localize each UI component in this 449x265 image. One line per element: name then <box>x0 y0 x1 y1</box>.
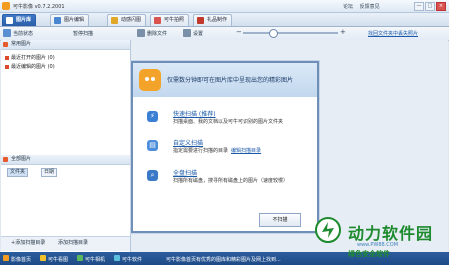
sidebar-item-label: 最近编辑的图片 (0) <box>11 64 55 70</box>
tab-animation[interactable]: 动感闪图 <box>107 14 147 26</box>
camera-icon <box>154 17 161 24</box>
zoom-slider-thumb[interactable] <box>269 29 278 38</box>
animation-icon <box>111 17 118 24</box>
collapse-icon <box>3 42 8 47</box>
software-icon <box>114 255 120 261</box>
edit-scan-dir-link[interactable]: 编辑扫描目录 <box>231 148 261 154</box>
gear-icon <box>183 29 191 37</box>
full-scan-option[interactable]: 全盘扫描 <box>173 168 197 177</box>
window-controls: — □ × <box>413 2 446 11</box>
watermark: 动力软件园 www.PW88.COM 绿色安全软件 <box>315 214 445 264</box>
watermark-subtitle: 绿色安全软件 <box>348 250 390 258</box>
watermark-logo-icon <box>315 217 341 243</box>
gift-icon <box>197 17 204 24</box>
tab-gift[interactable]: 礼品制作 <box>193 14 233 26</box>
lightning-icon: ⚡ <box>147 111 158 122</box>
sidebar-item-recent-edited[interactable]: 最近编辑的图片 (0) <box>5 63 55 70</box>
tab-label: 可牛拍照 <box>164 17 185 23</box>
close-button[interactable]: × <box>436 2 446 11</box>
viewer-icon <box>40 255 46 261</box>
search-icon: ⌕ <box>147 170 158 181</box>
title-links: 论坛 反馈意见 <box>343 3 385 10</box>
forum-link[interactable]: 论坛 <box>343 4 353 10</box>
app-logo-icon <box>2 2 10 10</box>
scan-dialog: 仅需数分钟即可在图片库中呈现出您的精彩图片 ⚡ 快速扫描 (推荐) 扫描桌面、我… <box>131 61 319 233</box>
tab-label: 动感闪图 <box>121 17 142 23</box>
zoom-out-icon[interactable]: − <box>236 28 242 36</box>
tab-label: 图片编辑 <box>64 17 85 23</box>
status-viewer[interactable]: 可牛看图 <box>48 256 68 263</box>
status-camera[interactable]: 可牛相机 <box>85 256 105 263</box>
all-images-header-label: 全部图片 <box>11 156 32 162</box>
edit-icon <box>54 17 61 24</box>
filter-folder-button[interactable]: 文件夹 <box>7 168 29 177</box>
home-icon <box>3 255 9 261</box>
window-title: 可牛影像 v0.7.2.2001 <box>13 4 65 10</box>
minimize-button[interactable]: — <box>414 2 424 11</box>
add-folder-button[interactable]: 添加扫描目录 <box>56 240 90 247</box>
settings-button[interactable]: 设置 <box>193 30 203 37</box>
sidebar-item-label: 最近打开的图片 (0) <box>11 55 55 61</box>
tab-bar: 图片库 图片编辑 动感闪图 可牛拍照 礼品制作 <box>0 13 449 27</box>
watermark-title: 动力软件园 <box>348 224 434 243</box>
no-scan-button[interactable]: 不扫描 <box>259 213 301 227</box>
image-library-icon <box>6 17 13 24</box>
recent-header[interactable]: 常用图片 <box>1 40 130 50</box>
sidebar-footer: +添加扫描目录 添加扫描目录 <box>1 236 130 251</box>
status-software[interactable]: 可牛软件 <box>122 256 142 263</box>
full-scan-desc: 扫描所有磁盘，搜寻所有磁盘上的图片（速度较慢） <box>173 178 289 184</box>
status-label: 当前状态 <box>13 31 34 37</box>
tab-camera[interactable]: 可牛拍照 <box>150 14 190 26</box>
stop-scan-button[interactable]: 暂停扫描 <box>73 30 93 37</box>
status-home[interactable]: 影像首页 <box>11 256 31 263</box>
filter-date-button[interactable]: 日期 <box>41 168 58 177</box>
watermark-url: www.PW88.COM <box>357 242 399 248</box>
dialog-title: 仅需数分钟即可在图片库中呈现出您的精彩图片 <box>167 77 294 84</box>
tab-library[interactable]: 图片库 <box>2 14 37 26</box>
folder-icon: ▤ <box>147 140 158 151</box>
status-message: 可牛影像首页有优秀的图库和精彩图片及网上找到... <box>166 257 281 263</box>
custom-scan-desc: 指定需要进行扫描的目录 编辑扫描目录 <box>173 147 261 154</box>
custom-scan-option[interactable]: 自定义扫描 <box>173 138 203 147</box>
find-lost-photos-link[interactable]: 找回文件夹中丢失照片 <box>368 30 418 37</box>
tab-label: 礼品制作 <box>207 17 228 23</box>
status-icon <box>3 29 11 37</box>
delete-icon <box>137 29 145 37</box>
quick-scan-desc: 扫描桌面、我的文档以及可牛可识别的图片文件夹 <box>173 119 284 125</box>
recent-header-label: 常用图片 <box>11 41 32 47</box>
image-icon <box>5 64 9 69</box>
quick-scan-option[interactable]: 快速扫描 (推荐) <box>173 109 216 118</box>
all-images-header[interactable]: 全部图片 <box>1 155 130 165</box>
zoom-in-icon[interactable]: + <box>340 28 346 36</box>
cow-logo-icon <box>139 69 161 91</box>
sidebar: 常用图片 最近打开的图片 (0) 最近编辑的图片 (0) 全部图片 文件夹 日期… <box>1 40 131 252</box>
collapse-icon <box>3 157 8 162</box>
zoom-slider[interactable] <box>243 32 338 34</box>
add-scan-dir-button[interactable]: +添加扫描目录 <box>9 240 47 247</box>
custom-scan-desc-text: 指定需要进行扫描的目录 <box>173 148 229 154</box>
dialog-header: 仅需数分钟即可在图片库中呈现出您的精彩图片 <box>133 63 317 97</box>
maximize-button[interactable]: □ <box>425 2 435 11</box>
toolbar: 当前状态 暂停扫描 删除文件 设置 找回文件夹中丢失照片 <box>0 27 449 41</box>
camera-app-icon <box>77 255 83 261</box>
title-bar: 可牛影像 v0.7.2.2001 论坛 反馈意见 — □ × <box>0 0 449 13</box>
delete-file-button[interactable]: 删除文件 <box>147 30 167 37</box>
tab-edit[interactable]: 图片编辑 <box>50 14 90 26</box>
sidebar-item-recent-opened[interactable]: 最近打开的图片 (0) <box>5 54 55 61</box>
tab-label: 图片库 <box>16 17 32 23</box>
feedback-link[interactable]: 反馈意见 <box>360 4 380 10</box>
image-icon <box>5 55 9 60</box>
